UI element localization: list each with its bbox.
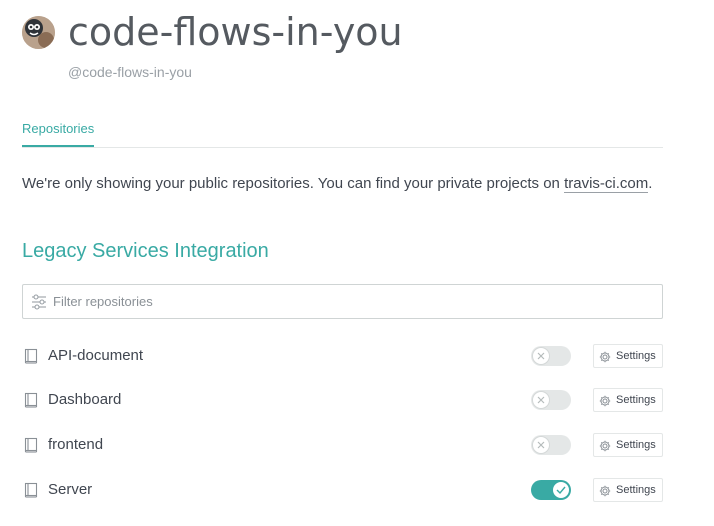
repo-toggle[interactable]: [531, 390, 571, 410]
repo-row: API-document Settings: [22, 341, 663, 371]
section-title: Legacy Services Integration: [22, 240, 269, 262]
repo-row: Dashboard Settings: [22, 385, 663, 415]
settings-label: Settings: [616, 439, 656, 451]
settings-button[interactable]: Settings: [593, 344, 663, 368]
settings-label: Settings: [616, 484, 656, 496]
gear-icon: [599, 350, 611, 368]
notice-text: We're only showing your public repositor…: [22, 175, 565, 192]
repo-name[interactable]: frontend: [48, 436, 103, 453]
settings-button[interactable]: Settings: [593, 433, 663, 457]
repo-row: frontend Settings: [22, 430, 663, 460]
filter-input[interactable]: [53, 285, 653, 318]
book-icon: [24, 437, 38, 453]
settings-button[interactable]: Settings: [593, 388, 663, 412]
book-icon: [24, 348, 38, 364]
profile-handle: @code-flows-in-you: [68, 64, 192, 80]
gear-icon: [599, 439, 611, 457]
settings-label: Settings: [616, 350, 656, 362]
repo-toggle[interactable]: [531, 435, 571, 455]
sliders-icon: [31, 294, 47, 310]
filter-box: [22, 284, 663, 319]
repo-toggle[interactable]: [531, 346, 571, 366]
repo-row: Server Settings: [22, 475, 663, 505]
book-icon: [24, 482, 38, 498]
notice-suffix: .: [648, 175, 653, 192]
avatar: [22, 16, 55, 49]
tab-repositories[interactable]: Repositories: [22, 121, 95, 147]
profile-name: code-flows-in-you: [68, 10, 403, 54]
public-repos-notice: We're only showing your public repositor…: [22, 175, 653, 193]
settings-button[interactable]: Settings: [593, 478, 663, 502]
repo-toggle[interactable]: [531, 480, 571, 500]
tab-bar: Repositories: [22, 118, 663, 148]
travis-ci-link[interactable]: travis-ci.com: [564, 175, 649, 193]
repo-name[interactable]: Dashboard: [48, 391, 121, 408]
repo-name[interactable]: API-document: [48, 347, 143, 364]
gear-icon: [599, 394, 611, 412]
gear-icon: [599, 484, 611, 502]
book-icon: [24, 392, 38, 408]
repo-name[interactable]: Server: [48, 481, 92, 498]
settings-label: Settings: [616, 394, 656, 406]
